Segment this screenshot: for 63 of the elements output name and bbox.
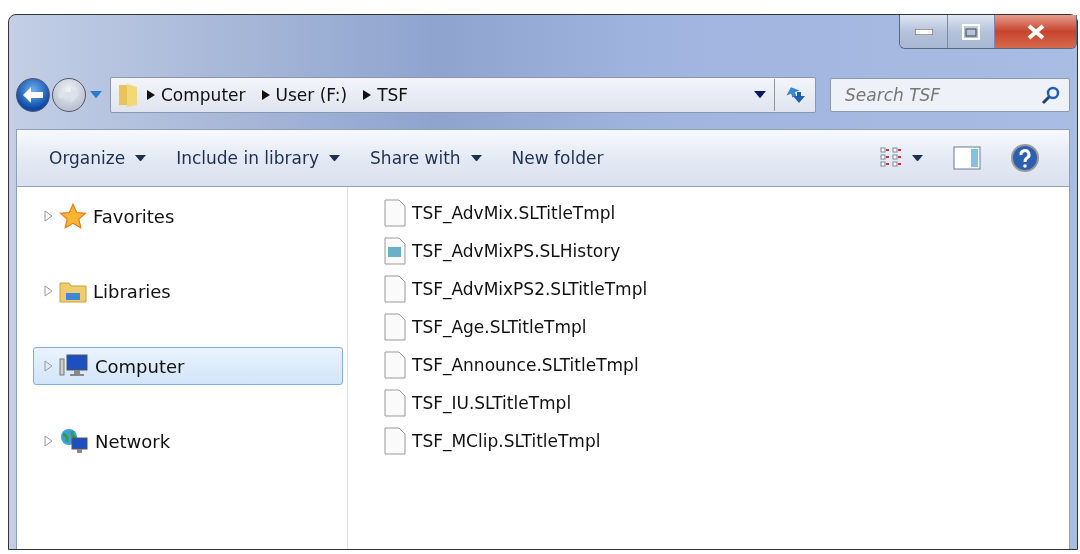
file-name[interactable]: TSF_AdvMixPS.SLHistory bbox=[412, 240, 621, 261]
minimize-button[interactable] bbox=[900, 15, 947, 48]
back-arrow-icon bbox=[22, 86, 44, 104]
forward-arrow-icon bbox=[58, 86, 80, 104]
minimize-icon bbox=[914, 28, 933, 35]
toolbar-button[interactable]: Include in library bbox=[164, 142, 353, 174]
close-icon bbox=[1025, 23, 1046, 40]
search-field[interactable]: Search TSF bbox=[830, 78, 1070, 112]
sidebar-item[interactable]: Favorites bbox=[33, 197, 343, 235]
breadcrumb[interactable]: TSF bbox=[377, 85, 409, 105]
star-icon bbox=[59, 203, 87, 229]
file-name[interactable]: TSF_MClip.SLTitleTmpl bbox=[412, 430, 601, 451]
maximize-icon bbox=[962, 23, 980, 40]
history-dropdown-button[interactable] bbox=[88, 89, 104, 101]
forward-button[interactable] bbox=[52, 78, 86, 112]
sidebar-item[interactable]: Network bbox=[33, 422, 343, 460]
caret-icon bbox=[135, 154, 147, 162]
sidebar-label: Network bbox=[95, 430, 171, 452]
file-name[interactable]: TSF_Announce.SLTitleTmpl bbox=[412, 354, 639, 375]
caret-icon bbox=[329, 154, 341, 162]
back-button[interactable] bbox=[16, 78, 50, 112]
expand-icon bbox=[44, 435, 53, 447]
file-icon bbox=[384, 388, 406, 417]
sidebar-label: Favorites bbox=[93, 205, 175, 227]
folder-icon bbox=[59, 279, 87, 303]
computer-icon bbox=[59, 353, 89, 379]
file-icon bbox=[384, 274, 406, 303]
chevron-icon bbox=[147, 90, 155, 100]
address-bar[interactable]: Computer User (F:) TSF bbox=[110, 77, 816, 113]
file-name[interactable]: TSF_IU.SLTitleTmpl bbox=[412, 392, 572, 413]
file-name[interactable]: TSF_AdvMix.SLTitleTmpl bbox=[412, 202, 616, 223]
search-icon bbox=[1041, 85, 1061, 105]
file-icon bbox=[384, 312, 406, 341]
caret-icon bbox=[753, 91, 766, 99]
close-button[interactable] bbox=[994, 15, 1076, 48]
sidebar-label: Computer bbox=[95, 355, 185, 377]
caret-icon bbox=[912, 154, 923, 162]
breadcrumb[interactable]: User (F:) bbox=[275, 85, 348, 105]
sidebar-label: Libraries bbox=[93, 280, 171, 302]
view-icon bbox=[880, 147, 902, 169]
toolbar-button[interactable]: Organize bbox=[37, 142, 159, 174]
file-name[interactable]: TSF_Age.SLTitleTmpl bbox=[412, 316, 587, 337]
sidebar-item[interactable]: Libraries bbox=[33, 272, 343, 310]
caret-icon bbox=[470, 154, 482, 162]
file-icon bbox=[384, 426, 406, 455]
chevron-icon bbox=[261, 90, 270, 100]
toolbar-button[interactable]: New folder bbox=[499, 142, 616, 174]
expand-icon bbox=[44, 285, 53, 297]
network-icon bbox=[59, 428, 89, 454]
maximize-button[interactable] bbox=[947, 15, 994, 48]
sidebar-item[interactable]: Computer bbox=[33, 347, 343, 385]
preview-pane-icon bbox=[953, 146, 981, 170]
expand-icon bbox=[44, 360, 53, 372]
file-icon bbox=[384, 198, 406, 227]
file-icon bbox=[384, 236, 406, 265]
caret-icon bbox=[90, 91, 102, 99]
toolbar-button[interactable]: Share with bbox=[358, 142, 494, 174]
breadcrumb[interactable]: Computer bbox=[161, 85, 246, 105]
expand-icon bbox=[44, 210, 53, 222]
chevron-icon bbox=[363, 90, 372, 100]
file-icon bbox=[384, 350, 406, 379]
help-icon bbox=[1011, 144, 1039, 172]
file-name[interactable]: TSF_AdvMixPS2.SLTitleTmpl bbox=[412, 278, 648, 299]
